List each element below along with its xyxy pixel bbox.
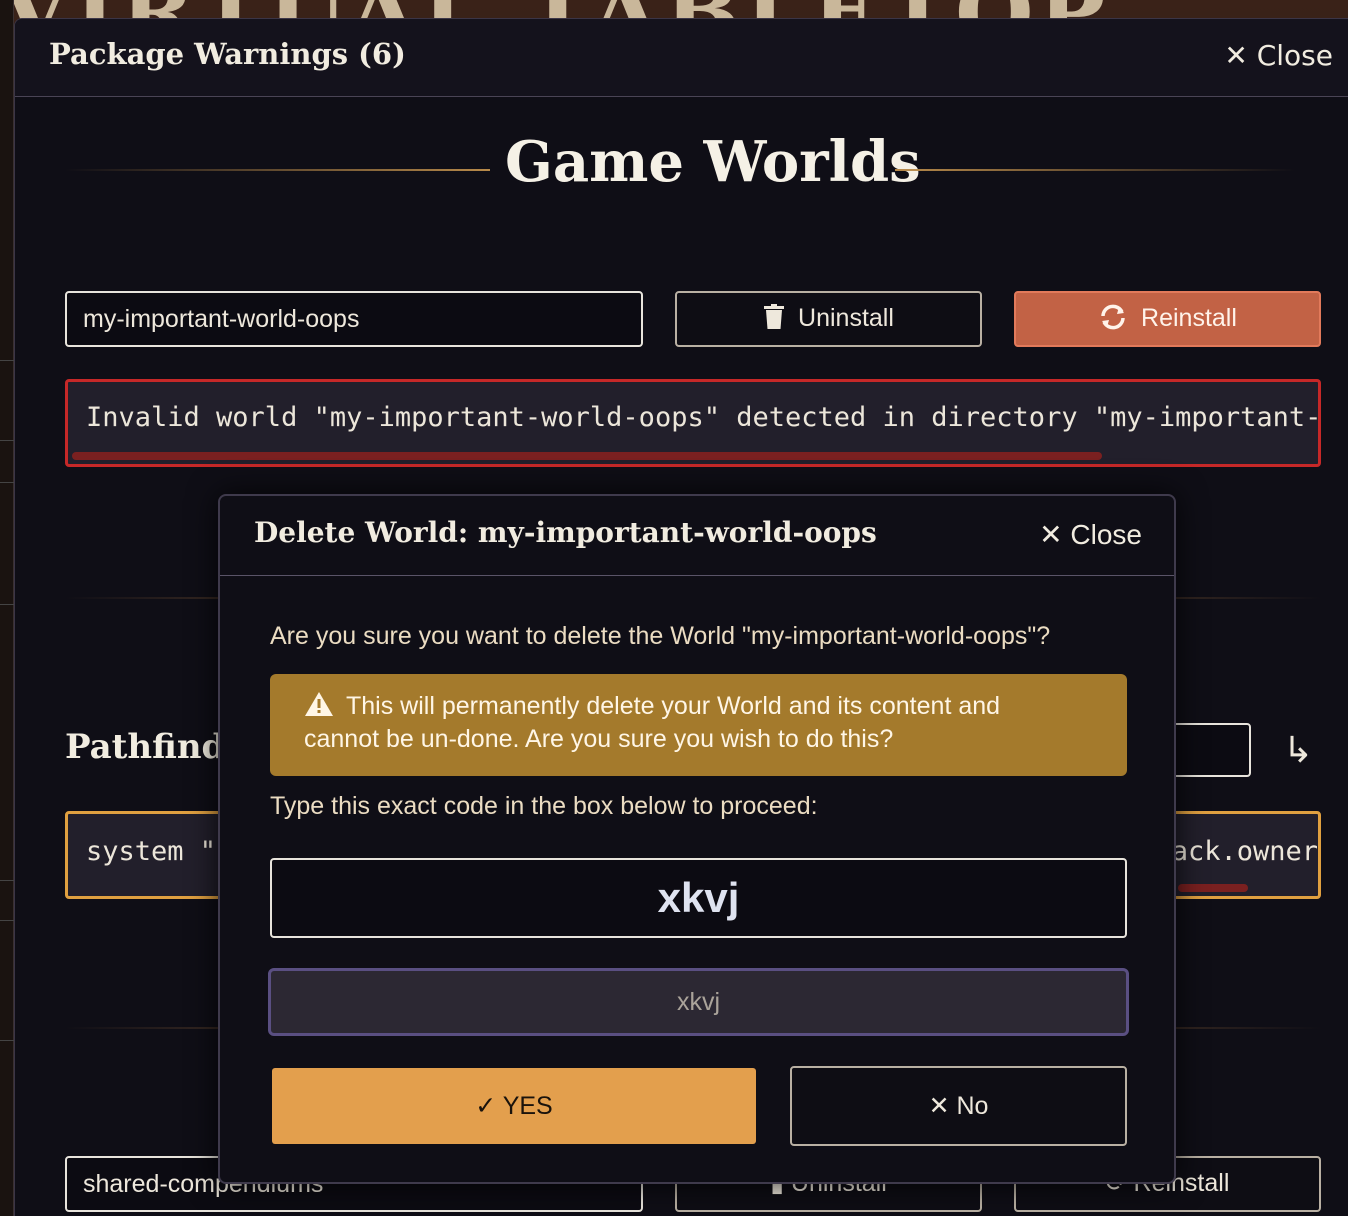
yes-button[interactable]: ✓ YES bbox=[272, 1068, 756, 1144]
world-package-row: my-important-world-oops Uninstall Reinst… bbox=[65, 291, 1321, 347]
warning-text-right: pack.owner bbox=[1155, 836, 1318, 867]
sync-icon bbox=[1101, 304, 1125, 330]
section-title: Game Worlds bbox=[505, 129, 921, 195]
confirm-question: Are you sure you want to delete the Worl… bbox=[270, 622, 1051, 650]
world-error-message: Invalid world "my-important-world-oops" … bbox=[65, 379, 1321, 467]
package-warnings-header: Package Warnings (6) ✕ Close bbox=[15, 19, 1348, 97]
close-icon: ✕ bbox=[1039, 519, 1063, 550]
error-text: Invalid world "my-important-world-oops" … bbox=[86, 402, 1321, 433]
warning-text-line2: cannot be un-done. Are you sure you wish… bbox=[304, 725, 894, 753]
confirmation-code-display: xkvj bbox=[270, 858, 1127, 938]
delete-world-dialog: Delete World: my-important-world-oops ✕ … bbox=[218, 494, 1176, 1184]
warning-triangle-icon bbox=[305, 692, 333, 716]
x-icon: ✕ bbox=[928, 1092, 950, 1120]
dialog-close-button[interactable]: ✕ Close bbox=[1039, 518, 1142, 551]
close-icon: ✕ bbox=[1224, 39, 1248, 72]
check-icon: ✓ bbox=[475, 1092, 497, 1120]
no-button[interactable]: ✕ No bbox=[790, 1066, 1127, 1146]
no-label: No bbox=[956, 1092, 989, 1120]
permanent-delete-warning: This will permanently delete your World … bbox=[270, 674, 1127, 776]
package-warnings-title: Package Warnings (6) bbox=[49, 37, 406, 71]
uninstall-button[interactable]: Uninstall bbox=[675, 291, 982, 347]
section-header: Game Worlds bbox=[15, 127, 1348, 207]
divider-left bbox=[65, 169, 490, 171]
world-package-id-field[interactable]: my-important-world-oops bbox=[65, 291, 643, 347]
dialog-title: Delete World: my-important-world-oops bbox=[254, 516, 877, 549]
horizontal-scrollbar[interactable] bbox=[72, 452, 1102, 460]
trash-icon bbox=[764, 304, 785, 329]
warning-text-line1: This will permanently delete your World … bbox=[346, 692, 1001, 720]
package-warnings-close-button[interactable]: ✕ Close bbox=[1224, 39, 1333, 72]
reinstall-label: Reinstall bbox=[1141, 304, 1237, 332]
yes-label: YES bbox=[502, 1092, 553, 1120]
uninstall-label: Uninstall bbox=[798, 304, 894, 332]
close-label: Close bbox=[1070, 519, 1142, 550]
close-label: Close bbox=[1256, 39, 1333, 72]
horizontal-scrollbar[interactable] bbox=[1178, 884, 1248, 892]
side-strip bbox=[0, 0, 14, 1216]
code-instruction: Type this exact code in the box below to… bbox=[270, 792, 818, 820]
confirmation-code-input[interactable]: xkvj bbox=[268, 968, 1129, 1036]
redirect-arrow-icon[interactable]: ↳ bbox=[1283, 729, 1313, 771]
dialog-header: Delete World: my-important-world-oops ✕ … bbox=[220, 496, 1174, 576]
divider-right bbox=[895, 169, 1295, 171]
reinstall-button[interactable]: Reinstall bbox=[1014, 291, 1321, 347]
